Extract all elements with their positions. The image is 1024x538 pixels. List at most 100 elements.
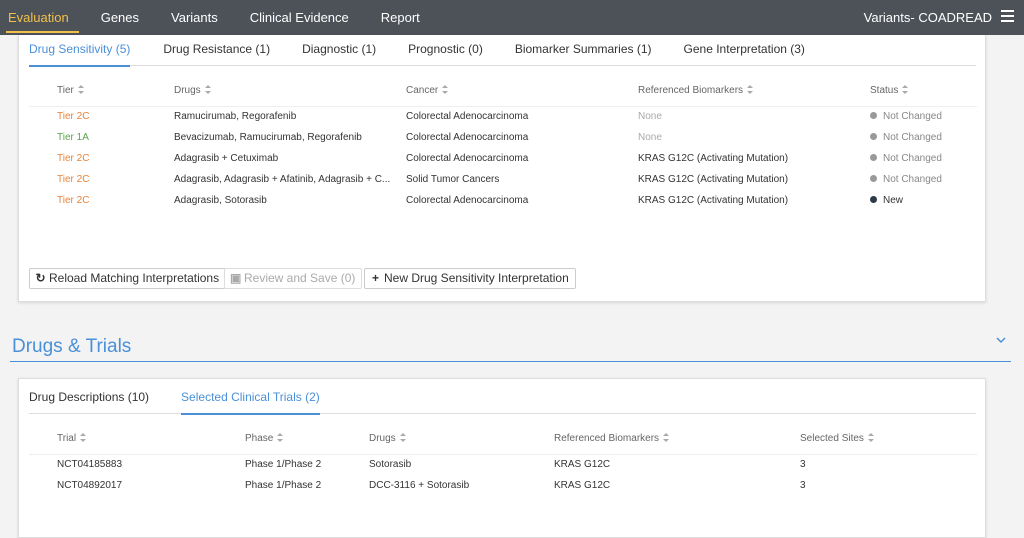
table-row[interactable]: Tier 2C Ramucirumab, Regorafenib Colorec… (29, 106, 977, 127)
trial-cell[interactable]: NCT04892017 (29, 475, 245, 496)
status-dot-icon (870, 133, 877, 140)
plus-icon: + (371, 271, 379, 285)
biomarkers-cell: KRAS G12C (554, 480, 611, 491)
column-header-biomarkers[interactable]: Referenced Biomarkers (554, 424, 800, 455)
tab-prognostic[interactable]: Prognostic (0) (408, 35, 483, 66)
status-cell: Not Changed (870, 148, 977, 169)
status-cell: Not Changed (870, 169, 977, 190)
table-header-row: Tier Drugs Cancer Referenced Biomarkers … (29, 76, 977, 107)
tier-cell: Tier 2C (57, 174, 90, 185)
table-row[interactable]: NCT04185883 Phase 1/Phase 2 Sotorasib KR… (29, 454, 977, 475)
column-header-status[interactable]: Status (870, 76, 977, 107)
drugs-cell: Ramucirumab, Regorafenib (174, 111, 297, 123)
sort-icon[interactable] (747, 85, 754, 95)
drugs-cell: DCC-3116 + Sotorasib (369, 480, 470, 491)
drugs-trials-card: Drug Descriptions (10) Selected Clinical… (18, 378, 986, 538)
interpretations-card: Drug Sensitivity (5) Drug Resistance (1)… (18, 35, 986, 302)
sort-icon[interactable] (867, 433, 875, 443)
sort-icon[interactable] (442, 85, 449, 95)
save-icon: ▣ (230, 271, 242, 285)
nav-evaluation[interactable]: Evaluation (0, 0, 85, 35)
new-interpretation-button[interactable]: + New Drug Sensitivity Interpretation (364, 268, 576, 289)
drugs-trials-tabs: Drug Descriptions (10) Selected Clinical… (29, 383, 976, 415)
status-dot-icon (870, 154, 877, 161)
status-cell: Not Changed (870, 106, 977, 127)
interpretations-table: Tier Drugs Cancer Referenced Biomarkers … (29, 76, 977, 211)
status-dot-icon (870, 175, 877, 182)
drugs-cell: Adagrasib, Sotorasib (174, 195, 267, 206)
table-row[interactable]: Tier 1A Bevacizumab, Ramucirumab, Regora… (29, 127, 977, 148)
nav-variants[interactable]: Variants (155, 0, 234, 35)
tier-cell: Tier 1A (57, 132, 89, 143)
chevron-down-icon[interactable] (996, 337, 1006, 347)
reload-interpretations-button[interactable]: ↻ Reload Matching Interpretations (29, 268, 227, 289)
sites-cell: 3 (800, 459, 806, 471)
drugs-cell: Adagrasib + Cetuximab (174, 153, 279, 164)
status-dot-icon (870, 196, 877, 203)
section-divider (10, 361, 1011, 362)
tab-drug-descriptions[interactable]: Drug Descriptions (10) (29, 383, 149, 414)
sites-cell: 3 (800, 480, 806, 491)
tab-drug-resistance[interactable]: Drug Resistance (1) (163, 35, 270, 66)
biomarkers-cell: KRAS G12C (554, 459, 611, 471)
review-and-save-button[interactable]: ▣ Review and Save (0) (224, 268, 363, 289)
drugs-cell: Bevacizumab, Ramucirumab, Regorafenib (174, 132, 362, 143)
drugs-cell: Sotorasib (369, 459, 412, 471)
biomarkers-cell: None (638, 132, 662, 143)
phase-cell: Phase 1/Phase 2 (245, 480, 322, 491)
nav-report[interactable]: Report (365, 0, 436, 35)
column-header-cancer[interactable]: Cancer (406, 76, 638, 107)
status-dot-icon (870, 112, 877, 120)
refresh-icon: ↻ (35, 271, 46, 285)
table-row[interactable]: NCT04892017 Phase 1/Phase 2 DCC-3116 + S… (29, 475, 977, 496)
column-header-phase[interactable]: Phase (245, 424, 369, 455)
section-title-drugs-trials: Drugs & Trials (12, 336, 132, 357)
column-header-trial[interactable]: Trial (29, 424, 245, 455)
sort-icon[interactable] (80, 433, 87, 443)
interpretation-tabs: Drug Sensitivity (5) Drug Resistance (1)… (29, 35, 976, 67)
sort-icon[interactable] (204, 85, 212, 95)
column-header-drugs[interactable]: Drugs (369, 424, 554, 455)
tab-gene-interpretation[interactable]: Gene Interpretation (3) (684, 35, 805, 66)
status-cell: New (870, 190, 977, 211)
hamburger-menu-icon[interactable] (1001, 10, 1014, 23)
tab-selected-clinical-trials[interactable]: Selected Clinical Trials (2) (181, 383, 320, 415)
sort-icon[interactable] (77, 85, 85, 95)
table-row[interactable]: Tier 2C Adagrasib, Sotorasib Colorectal … (29, 190, 977, 211)
column-header-tier[interactable]: Tier (29, 76, 174, 107)
sort-icon[interactable] (277, 433, 284, 443)
sort-icon[interactable] (902, 85, 909, 95)
sort-icon[interactable] (399, 433, 407, 443)
biomarkers-cell: KRAS G12C (Activating Mutation) (638, 174, 789, 185)
tier-cell: Tier 2C (57, 195, 90, 206)
cancer-cell: Colorectal Adenocarcinoma (406, 153, 529, 164)
table-header-row: Trial Phase Drugs Referenced Biomarkers … (29, 424, 977, 455)
biomarkers-cell: None (638, 111, 662, 123)
clinical-trials-table: Trial Phase Drugs Referenced Biomarkers … (29, 424, 977, 496)
sort-icon[interactable] (663, 433, 670, 443)
biomarkers-cell: KRAS G12C (Activating Mutation) (638, 195, 789, 206)
phase-cell: Phase 1/Phase 2 (245, 459, 322, 471)
top-nav-bar: Evaluation Genes Variants Clinical Evide… (0, 0, 1024, 35)
tier-cell: Tier 2C (57, 111, 90, 123)
table-row[interactable]: Tier 2C Adagrasib + Cetuximab Colorectal… (29, 148, 977, 169)
drugs-cell: Adagrasib, Adagrasib + Afatinib, Adagras… (174, 174, 391, 185)
cancer-cell: Colorectal Adenocarcinoma (406, 195, 529, 206)
trial-cell[interactable]: NCT04185883 (29, 454, 245, 475)
tier-cell: Tier 2C (57, 153, 90, 164)
table-row[interactable]: Tier 2C Adagrasib, Adagrasib + Afatinib,… (29, 169, 977, 190)
biomarkers-cell: KRAS G12C (Activating Mutation) (638, 153, 789, 164)
status-cell: Not Changed (870, 127, 977, 148)
column-header-selected-sites[interactable]: Selected Sites (800, 424, 977, 455)
tab-diagnostic[interactable]: Diagnostic (1) (302, 35, 376, 66)
tab-biomarker-summaries[interactable]: Biomarker Summaries (1) (515, 35, 652, 66)
report-context-title: Variants- COADREAD (863, 10, 992, 25)
nav-clinical-evidence[interactable]: Clinical Evidence (234, 0, 365, 35)
column-header-drugs[interactable]: Drugs (174, 76, 406, 107)
nav-genes[interactable]: Genes (85, 0, 155, 35)
cancer-cell: Solid Tumor Cancers (406, 174, 500, 185)
cancer-cell: Colorectal Adenocarcinoma (406, 132, 529, 143)
cancer-cell: Colorectal Adenocarcinoma (406, 111, 529, 123)
column-header-biomarkers[interactable]: Referenced Biomarkers (638, 76, 870, 107)
tab-drug-sensitivity[interactable]: Drug Sensitivity (5) (29, 35, 131, 67)
